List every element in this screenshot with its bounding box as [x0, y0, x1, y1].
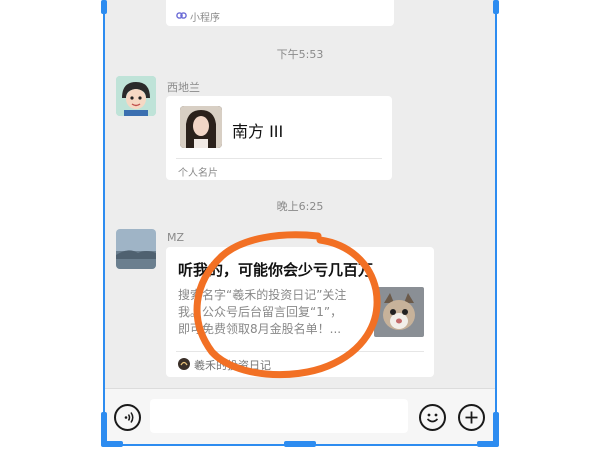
crop-frame-right — [495, 0, 497, 446]
crop-frame-left — [103, 0, 105, 446]
input-bar — [104, 388, 496, 445]
crop-handle[interactable] — [493, 0, 499, 14]
voice-icon — [124, 412, 134, 423]
screenshot-page: 小程序 下午5:53 西地兰 南方 III 个人名片 晚上6:25 MZ 听我的… — [0, 0, 600, 450]
annotation-circle — [193, 231, 381, 379]
crop-handle[interactable] — [101, 0, 107, 14]
message-input[interactable] — [150, 399, 408, 433]
voice-button[interactable] — [114, 404, 141, 431]
crop-handle[interactable] — [101, 441, 123, 447]
plus-button[interactable] — [458, 404, 485, 431]
crop-handle[interactable] — [477, 441, 499, 447]
emoji-icon — [426, 413, 439, 423]
plus-icon — [465, 411, 478, 424]
chat-window: 小程序 下午5:53 西地兰 南方 III 个人名片 晚上6:25 MZ 听我的… — [104, 0, 496, 445]
crop-handle[interactable] — [284, 441, 316, 447]
emoji-button[interactable] — [419, 404, 446, 431]
